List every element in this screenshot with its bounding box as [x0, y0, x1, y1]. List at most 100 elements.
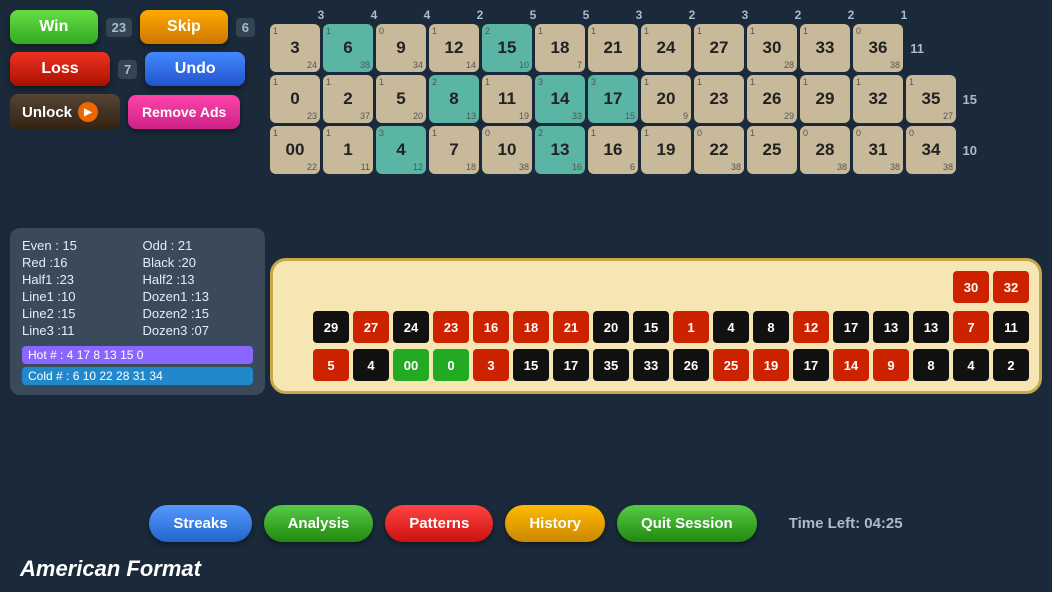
grid-cell[interactable]: 1111: [323, 126, 373, 174]
grid-cell[interactable]: 11119: [482, 75, 532, 123]
wheel-cell[interactable]: 15: [633, 311, 669, 343]
cell-top-left: 0: [856, 26, 861, 36]
wheel-cell[interactable]: 0: [433, 349, 469, 381]
wheel-cell[interactable]: 25: [713, 349, 749, 381]
grid-cell[interactable]: 127: [694, 24, 744, 72]
win-skip-row: Win 23 Skip 6: [10, 10, 255, 44]
wheel-cell[interactable]: 4: [713, 311, 749, 343]
loss-button[interactable]: Loss: [10, 52, 110, 86]
wheel-cell[interactable]: 18: [513, 311, 549, 343]
wheel-cell[interactable]: 00: [393, 349, 429, 381]
stat-half2: Half2 :13: [143, 272, 254, 287]
grid-cell[interactable]: 1187: [535, 24, 585, 72]
wheel-cell[interactable]: 17: [833, 311, 869, 343]
undo-button[interactable]: Undo: [145, 52, 245, 86]
grid-cell[interactable]: 132: [853, 75, 903, 123]
grid-cell[interactable]: 129: [800, 75, 850, 123]
grid-cell[interactable]: 1237: [323, 75, 373, 123]
skip-button[interactable]: Skip: [140, 10, 228, 44]
wheel-cell[interactable]: 3: [473, 349, 509, 381]
grid-cell[interactable]: 1638: [323, 24, 373, 72]
wheel-cell[interactable]: 14: [833, 349, 869, 381]
wheel-cell[interactable]: 17: [553, 349, 589, 381]
wheel-cell-top[interactable]: 32: [993, 271, 1029, 303]
grid-cell[interactable]: 13028: [747, 24, 797, 72]
wheel-cell[interactable]: 7: [953, 311, 989, 343]
cell-top-left: 1: [644, 26, 649, 36]
wheel-cell[interactable]: 13: [873, 311, 909, 343]
col-headers: 344255323221: [270, 8, 1042, 22]
wheel-cell[interactable]: 9: [873, 349, 909, 381]
wheel-cell[interactable]: 20: [593, 311, 629, 343]
cell-top-left: 0: [803, 128, 808, 138]
grid-cell[interactable]: 125: [747, 126, 797, 174]
col-header: 5: [561, 8, 611, 22]
grid-cell[interactable]: 1520: [376, 75, 426, 123]
wheel-cell[interactable]: 16: [473, 311, 509, 343]
unlock-button[interactable]: Unlock ▶: [10, 94, 120, 130]
wheel-cell[interactable]: 35: [593, 349, 629, 381]
wheel-cell[interactable]: 5: [313, 349, 349, 381]
grid-rows: 1324163809341121421510118712112412713028…: [270, 24, 1042, 174]
grid-cell[interactable]: 02238: [694, 126, 744, 174]
win-button[interactable]: Win: [10, 10, 98, 44]
analysis-button[interactable]: Analysis: [264, 505, 374, 542]
quit-button[interactable]: Quit Session: [617, 505, 757, 542]
wheel-cell[interactable]: 26: [673, 349, 709, 381]
wheel-cell[interactable]: 15: [513, 349, 549, 381]
wheel-cell[interactable]: 8: [753, 311, 789, 343]
wheel-cell[interactable]: 13: [913, 311, 949, 343]
grid-cell[interactable]: 02838: [800, 126, 850, 174]
grid-cell[interactable]: 03438: [906, 126, 956, 174]
bottom-nav: Streaks Analysis Patterns History Quit S…: [0, 505, 1052, 542]
grid-cell[interactable]: 123: [694, 75, 744, 123]
grid-cell[interactable]: 3412: [376, 126, 426, 174]
wheel-cell[interactable]: 19: [753, 349, 789, 381]
wheel-cell[interactable]: 29: [313, 311, 349, 343]
grid-cell[interactable]: 0934: [376, 24, 426, 72]
grid-cell[interactable]: 121: [588, 24, 638, 72]
wheel-cell[interactable]: 27: [353, 311, 389, 343]
wheel-cell[interactable]: 24: [393, 311, 429, 343]
grid-cell[interactable]: 2813: [429, 75, 479, 123]
wheel-cell[interactable]: 12: [793, 311, 829, 343]
grid-cell[interactable]: 21510: [482, 24, 532, 72]
wheel-cell[interactable]: 21: [553, 311, 589, 343]
grid-cell[interactable]: 1209: [641, 75, 691, 123]
wheel-cell[interactable]: 2: [993, 349, 1029, 381]
grid-cell[interactable]: 13527: [906, 75, 956, 123]
grid-cell[interactable]: 1324: [270, 24, 320, 72]
wheel-cell[interactable]: 8: [913, 349, 949, 381]
grid-cell[interactable]: 10022: [270, 126, 320, 174]
grid-cell[interactable]: 11214: [429, 24, 479, 72]
wheel-cell[interactable]: 23: [433, 311, 469, 343]
grid-cell[interactable]: 133: [800, 24, 850, 72]
grid-cell[interactable]: 1166: [588, 126, 638, 174]
grid-cell[interactable]: 1718: [429, 126, 479, 174]
grid-cell[interactable]: 31715: [588, 75, 638, 123]
wheel-cell[interactable]: 11: [993, 311, 1029, 343]
grid-cell[interactable]: 21316: [535, 126, 585, 174]
wheel-cell-top[interactable]: 30: [953, 271, 989, 303]
wheel-cell[interactable]: 33: [633, 349, 669, 381]
grid-cell[interactable]: 12629: [747, 75, 797, 123]
cell-bottom-num: 22: [307, 162, 317, 172]
wheel-cell[interactable]: 4: [353, 349, 389, 381]
grid-cell[interactable]: 31433: [535, 75, 585, 123]
remove-ads-button[interactable]: Remove Ads: [128, 95, 240, 129]
grid-cell[interactable]: 03138: [853, 126, 903, 174]
wheel-top-row: 3032: [283, 271, 1029, 303]
patterns-button[interactable]: Patterns: [385, 505, 493, 542]
wheel-cell[interactable]: 1: [673, 311, 709, 343]
grid-cell[interactable]: 119: [641, 126, 691, 174]
streaks-button[interactable]: Streaks: [149, 505, 251, 542]
grid-cell[interactable]: 01038: [482, 126, 532, 174]
stat-red: Red :16: [22, 255, 133, 270]
grid-cell[interactable]: 03638: [853, 24, 903, 72]
grid-cell[interactable]: 1023: [270, 75, 320, 123]
history-button[interactable]: History: [505, 505, 605, 542]
grid-cell[interactable]: 124: [641, 24, 691, 72]
wheel-cell[interactable]: 4: [953, 349, 989, 381]
row-label: 11: [906, 41, 924, 56]
wheel-cell[interactable]: 17: [793, 349, 829, 381]
